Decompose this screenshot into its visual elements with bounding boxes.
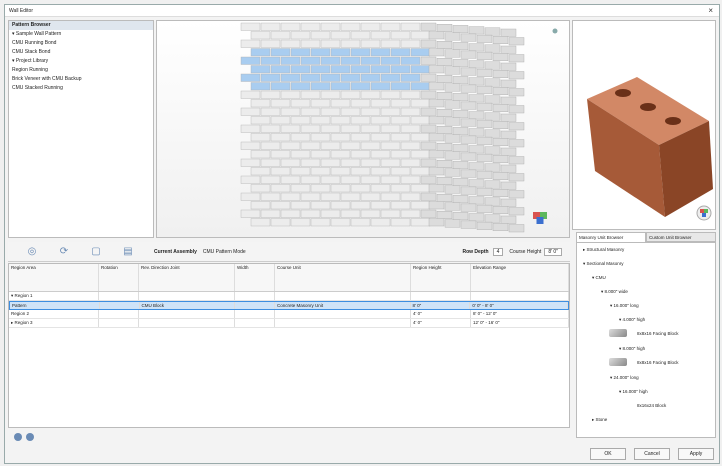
tab-custom-unit-browser[interactable]: Custom Unit Browser — [646, 232, 716, 242]
info-icon[interactable] — [26, 433, 34, 441]
table-cell[interactable] — [139, 310, 235, 318]
unit-tree-node[interactable]: ▾ 8.000" wide — [601, 289, 628, 295]
unit-tree-node[interactable]: ▾ 4.000" high — [619, 317, 645, 323]
unit-thumbnail-icon[interactable] — [609, 358, 627, 366]
wall-render — [240, 22, 558, 233]
column-header[interactable]: Elevation Range — [471, 264, 569, 291]
grid-header: Region Area Rotation Rev. Direction Joint W… — [9, 264, 569, 292]
title-bar: Wall Editor × — [5, 5, 719, 17]
table-cell[interactable] — [235, 292, 275, 300]
table-cell[interactable] — [471, 292, 569, 300]
pattern-tree: Pattern Browser ▾ Sample Wall Pattern CMU… — [8, 20, 154, 238]
table-cell[interactable]: 12' 0" - 16' 0" — [471, 319, 569, 327]
table-cell[interactable]: 4' 0" — [411, 319, 471, 327]
column-header[interactable]: Course Unit — [275, 264, 411, 291]
table-cell[interactable] — [100, 302, 140, 309]
unit-tree-node[interactable]: 8x16x24 Block — [637, 403, 666, 408]
table-cell[interactable]: 8' 0" - 12' 0" — [471, 310, 569, 318]
cmu-block-render — [587, 77, 713, 221]
tree-item[interactable]: CMU Stack Bond — [9, 48, 153, 57]
table-cell[interactable] — [139, 292, 235, 300]
table-cell[interactable]: 0' 0" - 8' 0" — [470, 302, 568, 309]
table-cell[interactable]: Region 2 — [9, 310, 99, 318]
column-header[interactable]: Region Height — [411, 264, 471, 291]
column-header[interactable]: Width — [235, 264, 275, 291]
add-region-icon[interactable]: ◎ — [24, 245, 40, 259]
table-cell[interactable]: Concrete Masonry Unit — [275, 302, 411, 309]
table-row[interactable]: Pattern CMU Block Concrete Masonry Unit 8' … — [9, 301, 569, 310]
table-cell[interactable] — [99, 292, 139, 300]
column-header[interactable]: Rev. Direction Joint — [139, 264, 235, 291]
table-cell[interactable] — [235, 319, 275, 327]
tree-item[interactable]: Brick Veneer with CMU Backup — [9, 75, 153, 84]
unit-tree-node[interactable]: ▾ 8.000" high — [619, 346, 645, 352]
tree-item[interactable]: Region Running — [9, 66, 153, 75]
table-cell[interactable]: ▸ Region 3 — [9, 319, 99, 327]
tree-item[interactable]: CMU Stacked Running — [9, 84, 153, 93]
help-icon[interactable] — [14, 433, 22, 441]
column-header[interactable]: Region Area — [9, 264, 99, 291]
tree-item[interactable]: CMU Running Bond — [9, 39, 153, 48]
delete-icon[interactable]: ▤ — [120, 245, 136, 259]
tree-item[interactable]: ▾ Sample Wall Pattern — [9, 30, 153, 39]
course-height-field[interactable]: 8' 0" — [544, 247, 562, 256]
status-bar — [8, 430, 570, 444]
current-assembly-label: Current Assembly — [154, 248, 197, 255]
region-grid: Region Area Rotation Rev. Direction Joint W… — [8, 263, 570, 428]
table-row[interactable]: Region 2 4' 0" 8' 0" - 12' 0" — [9, 310, 569, 319]
table-cell[interactable] — [275, 319, 411, 327]
unit-tree-node[interactable]: ▾ 24.000" long — [610, 375, 639, 381]
copy-icon[interactable]: ▢ — [88, 245, 104, 259]
course-height-label: Course Height — [509, 248, 542, 255]
table-cell[interactable] — [235, 310, 275, 318]
table-cell[interactable] — [275, 292, 411, 300]
unit-tree-node[interactable]: ▾ 16.000" long — [610, 303, 639, 309]
table-cell[interactable]: 8' 0" — [411, 302, 471, 309]
table-cell[interactable]: CMU Block — [140, 302, 236, 309]
table-cell[interactable]: ▾ Region 1 — [9, 292, 99, 300]
browser-tabs: Masonry Unit Browser Custom Unit Browser — [576, 232, 716, 242]
unit-thumbnail-icon[interactable] — [609, 329, 627, 337]
unit-tree-node[interactable]: 8x8x16 Facing Block — [637, 331, 679, 336]
close-icon[interactable]: × — [708, 6, 713, 15]
row-depth-label: Row Depth — [462, 248, 489, 255]
row-depth-field[interactable]: 4 — [492, 247, 504, 256]
masonry-unit-tree: ▸ Structural Masonry ▾ Sectional Masonry ▾… — [576, 242, 716, 438]
table-row[interactable]: ▸ Region 3 4' 0" 12' 0" - 16' 0" — [9, 319, 569, 328]
view-settings-icon — [552, 28, 558, 34]
table-cell[interactable] — [139, 319, 235, 327]
unit-tree-node[interactable]: ▾ Sectional Masonry — [583, 261, 624, 267]
wall-3d-viewport[interactable] — [156, 20, 570, 238]
table-cell[interactable] — [275, 310, 411, 318]
table-cell[interactable] — [99, 310, 139, 318]
preview-nav-cube-icon — [696, 205, 712, 221]
unit-tree-node[interactable]: ▸ Stone — [592, 417, 607, 423]
tree-item[interactable]: ▾ Project Library — [9, 57, 153, 66]
table-row[interactable]: ▾ Region 1 — [9, 292, 569, 301]
grid-body: ▾ Region 1 Pattern CMU Block Concrete Maso… — [9, 292, 569, 328]
table-cell[interactable]: Pattern — [10, 302, 100, 309]
table-cell[interactable]: 4' 0" — [411, 310, 471, 318]
unit-tree-node[interactable]: ▸ Structural Masonry — [583, 247, 624, 253]
tab-masonry-unit-browser[interactable]: Masonry Unit Browser — [576, 232, 646, 242]
table-cell[interactable] — [99, 319, 139, 327]
nav-cube-icon — [533, 212, 547, 224]
table-cell[interactable] — [411, 292, 471, 300]
unit-preview — [572, 20, 716, 230]
unit-tree-node[interactable]: 8x8x16 Facing Block — [637, 360, 679, 365]
tree-header: Pattern Browser — [9, 21, 153, 30]
column-header[interactable]: Rotation — [99, 264, 139, 291]
apply-button[interactable]: Apply — [678, 448, 714, 460]
table-cell[interactable] — [235, 302, 276, 309]
ok-button[interactable]: OK — [590, 448, 626, 460]
cancel-button[interactable]: Cancel — [634, 448, 670, 460]
current-assembly-value: CMU Pattern Mode — [202, 248, 246, 255]
grid-toolbar: ◎ ⟳ ▢ ▤ Current Assembly CMU Pattern Mod… — [8, 242, 570, 262]
unit-tree-node[interactable]: ▾ 16.000" high — [619, 389, 648, 395]
unit-tree-node[interactable]: ▾ CMU — [592, 275, 606, 281]
refresh-icon[interactable]: ⟳ — [56, 245, 72, 259]
window-title: Wall Editor — [9, 7, 33, 14]
